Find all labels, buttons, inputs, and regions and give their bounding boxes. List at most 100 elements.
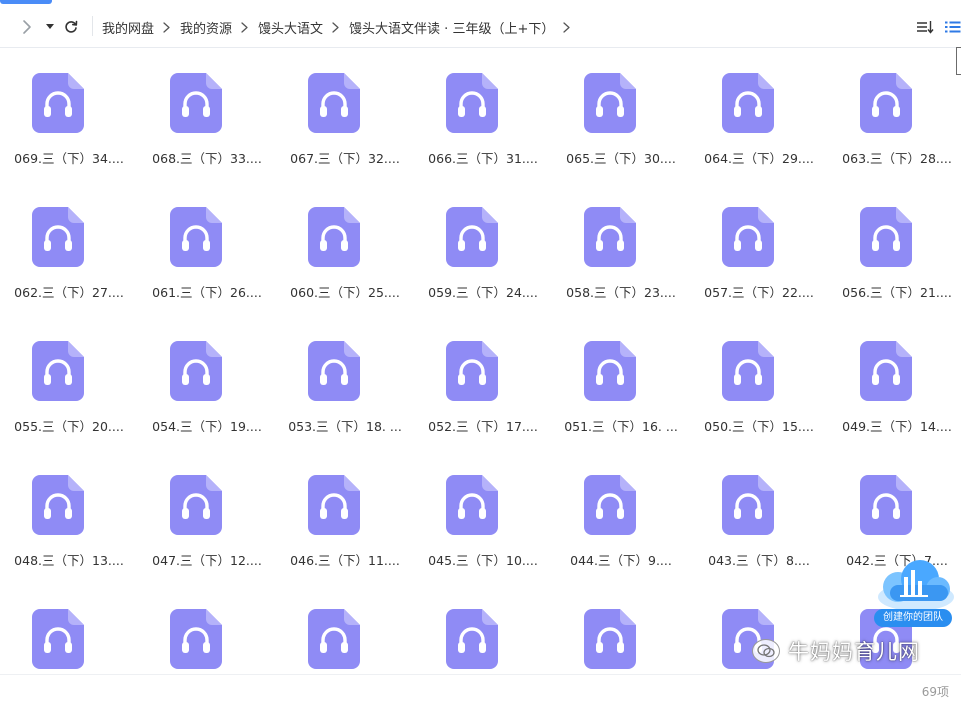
- file-item[interactable]: 046.三（下）11....: [276, 449, 414, 583]
- file-grid: 069.三（下）34.... 068.三（下）33.... 067.三（下）32..…: [0, 47, 955, 717]
- file-item[interactable]: 065.三（下）30....: [552, 47, 690, 181]
- file-item[interactable]: 048.三（下）13....: [0, 449, 138, 583]
- file-item[interactable]: 044.三（下）9....: [552, 449, 690, 583]
- audio-file-icon: [446, 73, 498, 133]
- breadcrumb-item-my-resources[interactable]: 我的资源: [180, 18, 232, 37]
- audio-file-icon: [308, 73, 360, 133]
- file-name: 045.三（下）10....: [428, 553, 538, 568]
- file-item[interactable]: 064.三（下）29....: [690, 47, 828, 181]
- file-name: 065.三（下）30....: [566, 151, 676, 166]
- audio-file-icon: [32, 207, 84, 267]
- audio-file-icon: [308, 341, 360, 401]
- audio-file-icon: [722, 341, 774, 401]
- file-name: 069.三（下）34....: [14, 151, 124, 166]
- audio-file-icon: [308, 207, 360, 267]
- audio-file-icon: [860, 207, 912, 267]
- file-item[interactable]: [552, 583, 690, 717]
- audio-file-icon: [584, 609, 636, 669]
- file-item[interactable]: 056.三（下）21....: [828, 181, 961, 315]
- breadcrumb-item-my-netdisk[interactable]: 我的网盘: [102, 18, 154, 37]
- file-item[interactable]: 051.三（下）16. ...: [552, 315, 690, 449]
- chevron-right-icon: [163, 21, 170, 33]
- file-name: 068.三（下）33....: [152, 151, 262, 166]
- file-item[interactable]: 045.三（下）10....: [414, 449, 552, 583]
- file-item[interactable]: 053.三（下）18. ...: [276, 315, 414, 449]
- file-name: 067.三（下）32....: [290, 151, 400, 166]
- item-count: 69项: [921, 685, 949, 699]
- audio-file-icon: [860, 475, 912, 535]
- file-item[interactable]: 061.三（下）26....: [138, 181, 276, 315]
- file-name: 058.三（下）23....: [566, 285, 676, 300]
- audio-file-icon: [32, 609, 84, 669]
- file-item[interactable]: 054.三（下）19....: [138, 315, 276, 449]
- toolbar: 我的网盘 我的资源 馒头大语文 馒头大语文伴读 · 三年级（上+下）: [0, 7, 961, 48]
- toolbar-divider: [92, 16, 93, 36]
- file-item[interactable]: 050.三（下）15....: [690, 315, 828, 449]
- watermark-text: 牛妈妈育儿网: [788, 640, 920, 664]
- audio-file-icon: [722, 73, 774, 133]
- file-item[interactable]: 063.三（下）28....: [828, 47, 961, 181]
- file-item[interactable]: 055.三（下）20....: [0, 315, 138, 449]
- file-item[interactable]: [138, 583, 276, 717]
- file-item[interactable]: 047.三（下）12....: [138, 449, 276, 583]
- audio-file-icon: [584, 341, 636, 401]
- audio-file-icon: [722, 207, 774, 267]
- audio-file-icon: [446, 341, 498, 401]
- chevron-right-icon[interactable]: [563, 21, 570, 33]
- chevron-right-icon: [332, 21, 339, 33]
- file-name: 048.三（下）13....: [14, 553, 124, 568]
- audio-file-icon: [32, 475, 84, 535]
- caret-down-icon: [46, 24, 54, 29]
- file-name: 063.三（下）28....: [842, 151, 952, 166]
- file-item[interactable]: 062.三（下）27....: [0, 181, 138, 315]
- file-name: 049.三（下）14....: [842, 419, 952, 434]
- file-name: 046.三（下）11....: [290, 553, 400, 568]
- audio-file-icon: [584, 207, 636, 267]
- file-item[interactable]: 057.三（下）22....: [690, 181, 828, 315]
- file-name: 044.三（下）9....: [570, 553, 672, 568]
- status-bar: 69项: [0, 674, 961, 699]
- file-name: 059.三（下）24....: [428, 285, 538, 300]
- sort-button[interactable]: [914, 7, 936, 47]
- audio-file-icon: [308, 609, 360, 669]
- history-dropdown-button[interactable]: [42, 7, 58, 47]
- list-view-icon: [945, 21, 961, 33]
- file-item[interactable]: [0, 583, 138, 717]
- audio-file-icon: [446, 609, 498, 669]
- cloud-chart-icon: [878, 560, 954, 611]
- file-item[interactable]: 059.三（下）24....: [414, 181, 552, 315]
- file-name: 047.三（下）12....: [152, 553, 262, 568]
- file-item[interactable]: [414, 583, 552, 717]
- file-item[interactable]: 058.三（下）23....: [552, 181, 690, 315]
- file-name: 052.三（下）17....: [428, 419, 538, 434]
- forward-button[interactable]: [16, 7, 38, 47]
- file-name: 050.三（下）15....: [704, 419, 814, 434]
- watermark: 牛妈妈育儿网: [752, 636, 920, 666]
- chevron-right-icon: [241, 21, 248, 33]
- file-item[interactable]: 069.三（下）34....: [0, 47, 138, 181]
- file-item[interactable]: 052.三（下）17....: [414, 315, 552, 449]
- audio-file-icon: [584, 475, 636, 535]
- audio-file-icon: [860, 341, 912, 401]
- file-item[interactable]: 043.三（下）8....: [690, 449, 828, 583]
- list-view-button[interactable]: [943, 7, 961, 47]
- audio-file-icon: [446, 475, 498, 535]
- file-name: 061.三（下）26....: [152, 285, 262, 300]
- file-item[interactable]: 066.三（下）31....: [414, 47, 552, 181]
- create-team-widget[interactable]: 创建你的团队: [872, 557, 958, 631]
- audio-file-icon: [32, 73, 84, 133]
- file-item[interactable]: 067.三（下）32....: [276, 47, 414, 181]
- audio-file-icon: [170, 341, 222, 401]
- file-name: 056.三（下）21....: [842, 285, 952, 300]
- breadcrumb-item-current-folder[interactable]: 馒头大语文伴读 · 三年级（上+下）: [349, 18, 554, 37]
- file-item[interactable]: 060.三（下）25....: [276, 181, 414, 315]
- breadcrumb-item-mantou-chinese[interactable]: 馒头大语文: [258, 18, 323, 37]
- refresh-button[interactable]: [60, 7, 82, 47]
- audio-file-icon: [170, 207, 222, 267]
- file-name: 051.三（下）16. ...: [564, 419, 678, 434]
- file-item[interactable]: 068.三（下）33....: [138, 47, 276, 181]
- file-item[interactable]: 049.三（下）14....: [828, 315, 961, 449]
- audio-file-icon: [446, 207, 498, 267]
- file-item[interactable]: [276, 583, 414, 717]
- create-team-label[interactable]: 创建你的团队: [874, 609, 952, 627]
